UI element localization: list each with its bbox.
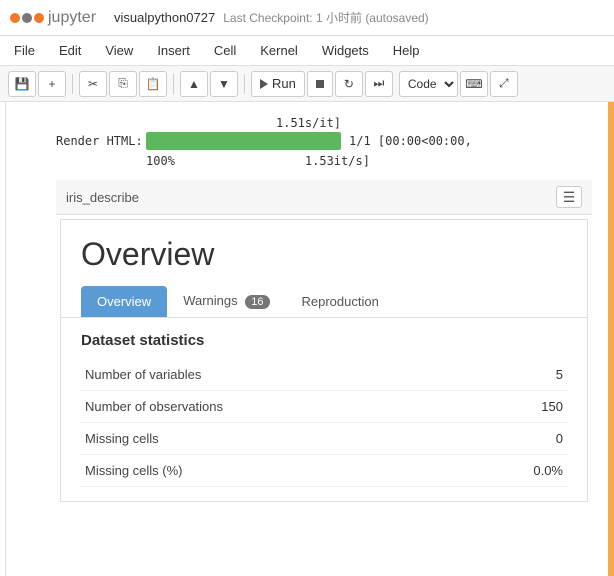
extend-button[interactable]: ⤢ (490, 71, 518, 97)
table-row: Number of observations 150 (81, 391, 567, 423)
stat-label-3: Missing cells (%) (81, 455, 467, 487)
keyboard-button[interactable]: ⌨ (460, 71, 488, 97)
menu-widgets[interactable]: Widgets (318, 41, 373, 60)
toolbar-separator-1 (72, 74, 73, 94)
jupyter-logo: jupyter (10, 9, 104, 27)
notebook-title[interactable]: visualpython0727 (114, 10, 215, 25)
table-row: Missing cells (%) 0.0% (81, 455, 567, 487)
move-up-button[interactable]: ▲ (180, 71, 208, 97)
logo-circles (10, 13, 44, 23)
cell-prompt (6, 112, 56, 510)
menu-edit[interactable]: Edit (55, 41, 85, 60)
main-content: 1.51s/it] Render HTML: 1/1 [00:00<00:00,… (0, 102, 614, 576)
copy-button[interactable]: ⎘ (109, 71, 137, 97)
run-label: Run (272, 76, 296, 91)
stat-value-2: 0 (467, 423, 567, 455)
menu-insert[interactable]: Insert (153, 41, 194, 60)
tab-overview[interactable]: Overview (81, 286, 167, 317)
progress-bar-outer (146, 132, 341, 150)
checkpoint-text: Last Checkpoint: 1 小时前 (223, 11, 362, 25)
toolbar: 💾 + ✂ ⎘ 📋 ▲ ▼ Run ↻ ⏭ Code ⌨ ⤢ (0, 66, 614, 102)
progress-stats: 1/1 [00:00<00:00, (349, 134, 472, 148)
stat-label-2: Missing cells (81, 423, 467, 455)
restart-button[interactable]: ↻ (335, 71, 363, 97)
checkpoint-info: Last Checkpoint: 1 小时前 (autosaved) (223, 9, 428, 26)
progress-speed: 1.53it/s] (305, 154, 370, 168)
tab-warnings[interactable]: Warnings 16 (167, 285, 285, 317)
menu-cell[interactable]: Cell (210, 41, 240, 60)
autosaved-text: (autosaved) (365, 11, 428, 25)
toolbar-separator-2 (173, 74, 174, 94)
menu-help[interactable]: Help (389, 41, 424, 60)
save-button[interactable]: 💾 (8, 71, 36, 97)
overview-heading: Overview (61, 220, 587, 285)
jupyter-brand-text: jupyter (48, 9, 96, 27)
output-cell: 1.51s/it] Render HTML: 1/1 [00:00<00:00,… (6, 112, 608, 510)
logo-circle-orange2 (34, 13, 44, 23)
render-label: Render HTML: (56, 134, 146, 148)
speed-text: 1.51s/it] (276, 116, 341, 130)
widget-header: iris_describe ☰ (56, 180, 592, 215)
stat-label-1: Number of observations (81, 391, 467, 423)
fast-forward-button[interactable]: ⏭ (365, 71, 393, 97)
percent-text: 100% (146, 154, 175, 168)
stat-label-0: Number of variables (81, 359, 467, 391)
menu-kernel[interactable]: Kernel (256, 41, 302, 60)
menu-view[interactable]: View (101, 41, 137, 60)
play-icon (260, 79, 268, 89)
run-button[interactable]: Run (251, 71, 305, 97)
table-row: Number of variables 5 (81, 359, 567, 391)
widget-toggle-button[interactable]: ☰ (556, 186, 582, 208)
right-accent (608, 102, 614, 576)
render-progress: Render HTML: 1/1 [00:00<00:00, (56, 132, 592, 150)
stats-table: Number of variables 5 Number of observat… (81, 359, 567, 487)
cell-type-select[interactable]: Code (399, 71, 458, 97)
menu-file[interactable]: File (10, 41, 39, 60)
widget-title: iris_describe (66, 190, 139, 205)
cell-body: 1.51s/it] Render HTML: 1/1 [00:00<00:00,… (56, 112, 608, 510)
warnings-badge: 16 (245, 295, 269, 309)
paste-button[interactable]: 📋 (139, 71, 167, 97)
cell-area[interactable]: 1.51s/it] Render HTML: 1/1 [00:00<00:00,… (6, 102, 608, 576)
add-cell-button[interactable]: + (38, 71, 66, 97)
progress-bar-inner (146, 132, 341, 150)
speed-line: 1.51s/it] (56, 116, 592, 130)
stats-title: Dataset statistics (81, 332, 567, 349)
logo-circle-orange (10, 13, 20, 23)
stat-value-3: 0.0% (467, 455, 567, 487)
tab-reproduction[interactable]: Reproduction (286, 286, 395, 317)
profile-widget: iris_describe ☰ Overview Overview (56, 180, 592, 502)
stat-value-1: 150 (467, 391, 567, 423)
tab-warnings-label: Warnings (183, 293, 237, 308)
toolbar-separator-3 (244, 74, 245, 94)
stats-container: Dataset statistics Number of variables 5… (61, 318, 587, 501)
stop-icon (316, 80, 324, 88)
logo-circle-gray (22, 13, 32, 23)
table-row: Missing cells 0 (81, 423, 567, 455)
toggle-icon: ☰ (563, 189, 576, 206)
output-area: 1.51s/it] Render HTML: 1/1 [00:00<00:00,… (56, 112, 592, 510)
progress-second-line: 100% 1.53it/s] (56, 154, 592, 168)
top-bar: jupyter visualpython0727 Last Checkpoint… (0, 0, 614, 36)
cut-button[interactable]: ✂ (79, 71, 107, 97)
stop-button[interactable] (307, 71, 333, 97)
report-content: Overview Overview Warnings 16 Reproducti… (60, 219, 588, 502)
menu-bar: File Edit View Insert Cell Kernel Widget… (0, 36, 614, 66)
tabs-bar: Overview Warnings 16 Reproduction (61, 285, 587, 318)
stat-value-0: 5 (467, 359, 567, 391)
move-down-button[interactable]: ▼ (210, 71, 238, 97)
